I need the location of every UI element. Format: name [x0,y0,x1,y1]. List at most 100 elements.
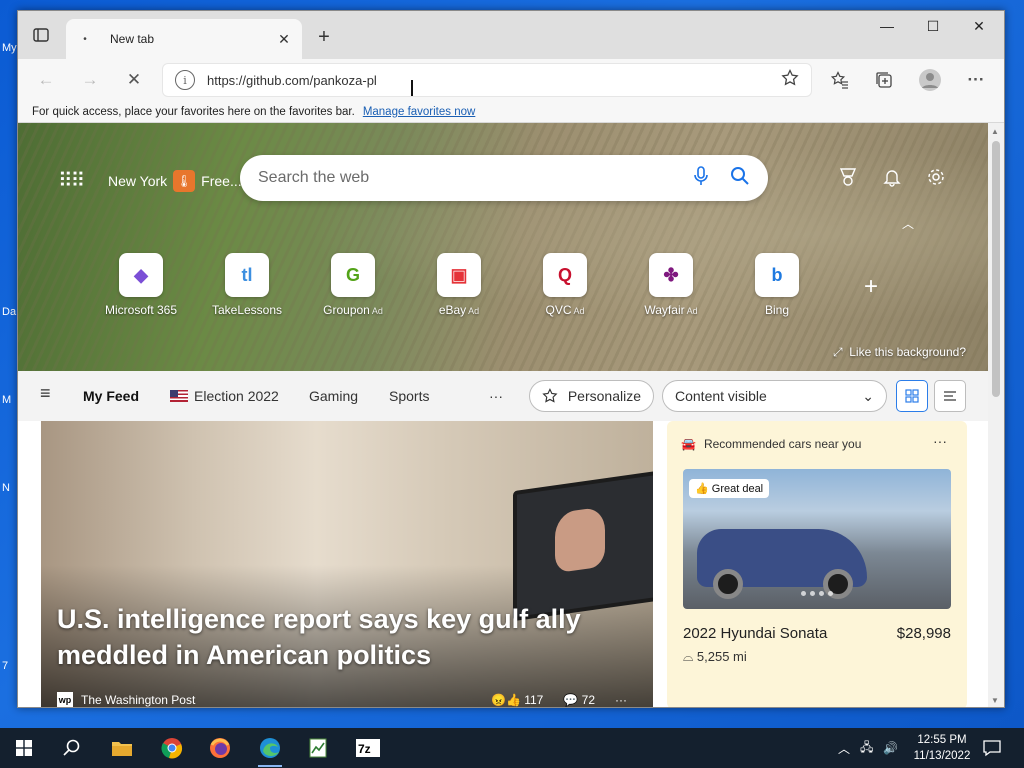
rewards-icon[interactable] [834,167,862,192]
content-visibility-dropdown[interactable]: Content visible ⌄ [662,380,887,412]
maximize-button[interactable]: ☐ [910,11,956,41]
recommended-cars-card[interactable]: 🚘 Recommended cars near you ··· 👍 Great … [667,421,967,707]
quick-link-tile[interactable]: ▣ eBay Ad [406,253,512,317]
chevron-down-icon: ⌄ [862,387,874,404]
site-info-icon[interactable]: i [175,70,195,90]
desktop-icon-label[interactable]: N [2,482,10,494]
browser-window: • New tab ✕ + — ☐ ✕ ← → ✕ i https://gith… [17,10,1005,708]
comments-icon[interactable]: 💬 [563,693,581,707]
add-favorite-icon[interactable] [781,68,799,92]
quick-link-tile[interactable]: ✤ Wayfair Ad [618,253,724,317]
collapse-chevron-up-icon[interactable]: ︿ [902,215,914,232]
tab-my-feed[interactable]: My Feed [83,388,139,404]
personalize-star-icon [542,388,558,403]
tab-close-icon[interactable]: ✕ [274,31,294,48]
app-launcher-icon[interactable]: ⠿⠿ [58,168,85,193]
great-deal-badge: 👍 Great deal [689,479,770,498]
address-bar[interactable]: i https://github.com/pankoza-pl [162,63,812,97]
desktop-icon-label[interactable]: Da [2,306,16,318]
list-view-button[interactable] [934,380,966,412]
tab-election-2022[interactable]: Election 2022 [170,388,279,404]
notification-center-icon[interactable] [972,734,1012,762]
profile-avatar-icon[interactable] [914,64,946,96]
firefox-icon[interactable] [200,734,240,762]
quick-link-logo-icon: G [331,253,375,297]
feed-navigation-bar: ≡ My Feed Election 2022 Gaming Sports ··… [18,371,988,421]
car-photo[interactable]: 👍 Great deal [683,469,951,609]
list-view-icon [944,391,956,401]
taskbar-search-icon[interactable] [52,734,92,762]
address-url[interactable]: https://github.com/pankoza-pl [207,73,781,88]
reactions-count: 117 [524,693,544,707]
notepad-chart-app-icon[interactable] [298,734,338,762]
story-image-screen [513,470,653,622]
web-search-box[interactable]: Search the web [240,155,768,201]
reactions-icon[interactable]: 😠👍 [491,693,524,707]
volume-icon[interactable]: 🔊 [883,741,898,755]
desktop-icon-label[interactable]: 7 [2,660,8,672]
feed-menu-icon[interactable]: ≡ [40,383,51,404]
scroll-down-arrow-icon[interactable]: ▼ [991,696,999,705]
favorites-icon[interactable] [824,64,856,96]
like-background-link[interactable]: ⤢ Like this background? [833,345,966,360]
desktop-icon-label[interactable]: My [2,42,17,54]
tab-actions-button[interactable] [26,21,56,49]
tab-sports[interactable]: Sports [389,388,429,404]
stop-loading-button[interactable]: ✕ [118,64,150,96]
top-story-card[interactable]: U.S. intelligence report says key gulf a… [41,421,653,707]
desktop-icon-label[interactable]: M [2,394,11,406]
weather-city: New York [108,173,168,189]
new-tab-button[interactable]: + [310,23,338,51]
search-input[interactable]: Search the web [258,169,672,187]
story-more-button[interactable]: ··· [615,693,627,707]
personalize-button[interactable]: Personalize [529,380,654,412]
feed-more-topics-button[interactable]: ··· [489,388,503,404]
story-source[interactable]: The Washington Post [81,693,195,707]
quick-link-tile[interactable]: ◆ Microsoft 365 [88,253,194,317]
forward-button[interactable]: → [74,64,106,96]
window-close-button[interactable]: ✕ [956,11,1002,41]
microphone-icon[interactable] [694,165,708,191]
quick-link-tile[interactable]: G Groupon Ad [300,253,406,317]
7zip-icon[interactable]: 7z [348,734,388,762]
network-icon[interactable]: 🖧 [860,738,873,759]
search-icon[interactable] [730,166,750,191]
scrollbar-thumb[interactable] [992,141,1000,397]
grid-view-icon [905,389,919,403]
add-shortcut-icon[interactable]: + [864,273,878,301]
content-visibility-value: Content visible [675,388,767,404]
collections-icon[interactable] [868,64,900,96]
chrome-icon[interactable] [152,734,192,762]
scroll-up-arrow-icon[interactable]: ▲ [991,127,999,136]
file-explorer-icon[interactable] [102,734,142,762]
tab-new-tab[interactable]: • New tab ✕ [66,19,302,59]
edge-icon[interactable] [250,734,290,767]
car-name[interactable]: 2022 Hyundai Sonata [683,625,827,642]
tab-election-label: Election 2022 [194,388,279,404]
tab-gaming[interactable]: Gaming [309,388,358,404]
carousel-dots[interactable] [801,591,833,596]
car-mileage: ⌓ 5,255 mi [683,649,747,664]
weather-widget[interactable]: New York 🌡 Free... [108,170,242,192]
tab-loading-icon: • [83,33,87,45]
page-settings-gear-icon[interactable] [922,167,950,192]
quick-link-logo-icon: Q [543,253,587,297]
quick-link-tile[interactable]: tl TakeLessons [194,253,300,317]
back-button[interactable]: ← [30,64,62,96]
show-hidden-icons-chevron[interactable]: ︿ [838,740,850,757]
page-scrollbar[interactable]: ▲ ▼ [988,123,1004,707]
minimize-button[interactable]: — [864,11,910,41]
manage-favorites-link[interactable]: Manage favorites now [363,106,476,118]
clock-date: 11/13/2022 [913,750,971,762]
story-headline[interactable]: U.S. intelligence report says key gulf a… [57,601,617,673]
start-windows-icon[interactable] [4,734,44,762]
personalize-label: Personalize [567,388,641,404]
grid-view-button[interactable] [896,380,928,412]
card-more-button[interactable]: ··· [933,433,947,449]
notifications-bell-icon[interactable] [878,167,906,192]
quick-link-tile[interactable]: Q QVC Ad [512,253,618,317]
ad-label: Ad [371,306,383,316]
taskbar-clock[interactable]: 12:55 PM 11/13/2022 [906,732,978,764]
quick-link-tile[interactable]: b Bing [724,253,830,317]
settings-more-button[interactable]: ··· [960,64,992,96]
